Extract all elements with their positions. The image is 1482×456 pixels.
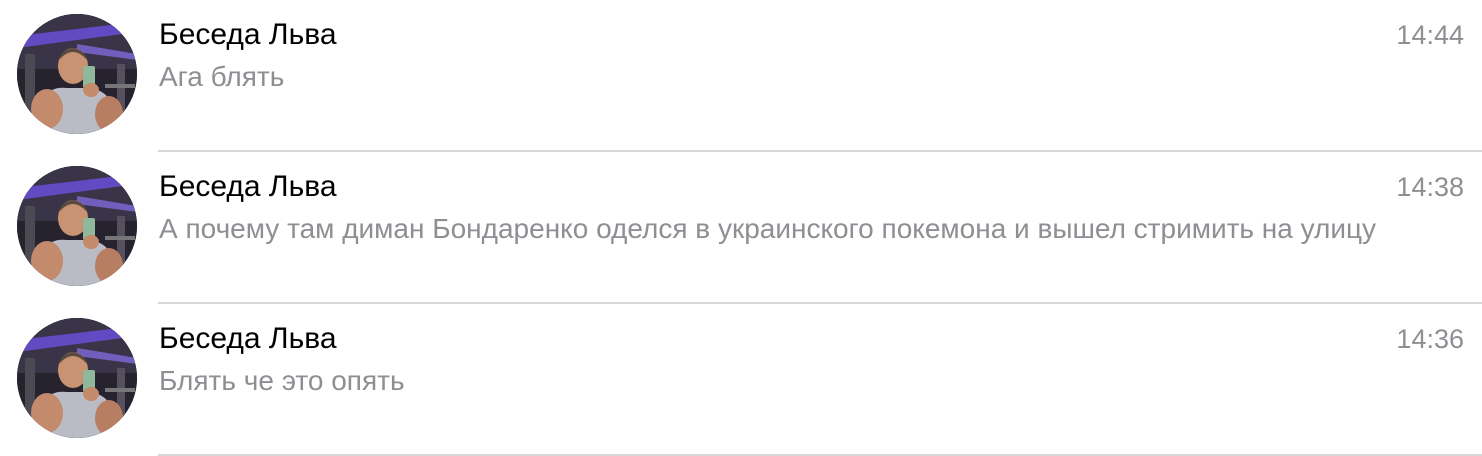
avatar xyxy=(17,318,137,438)
chat-list: Беседа Льва 14:44 Ага блять Беседа Льва … xyxy=(0,0,1482,456)
chat-preview: А почему там диман Бондаренко оделся в у… xyxy=(159,213,1377,244)
chat-title: Беседа Льва xyxy=(159,18,337,51)
chat-title: Беседа Льва xyxy=(159,322,337,355)
chat-row[interactable]: Беседа Льва 14:36 Блять че это опять xyxy=(0,304,1482,456)
user-photo-icon xyxy=(17,166,137,286)
avatar xyxy=(17,14,137,134)
chat-time: 14:44 xyxy=(1396,20,1464,50)
chat-title: Беседа Льва xyxy=(159,170,337,203)
chat-preview: Ага блять xyxy=(159,61,285,92)
chat-time: 14:38 xyxy=(1396,172,1464,202)
chat-preview: Блять че это опять xyxy=(159,365,405,396)
user-photo-icon xyxy=(17,318,137,438)
chat-row[interactable]: Беседа Льва 14:44 Ага блять xyxy=(0,0,1482,152)
chat-time: 14:36 xyxy=(1396,324,1464,354)
avatar xyxy=(17,166,137,286)
chat-row[interactable]: Беседа Льва 14:38 А почему там диман Бон… xyxy=(0,152,1482,304)
user-photo-icon xyxy=(17,14,137,134)
